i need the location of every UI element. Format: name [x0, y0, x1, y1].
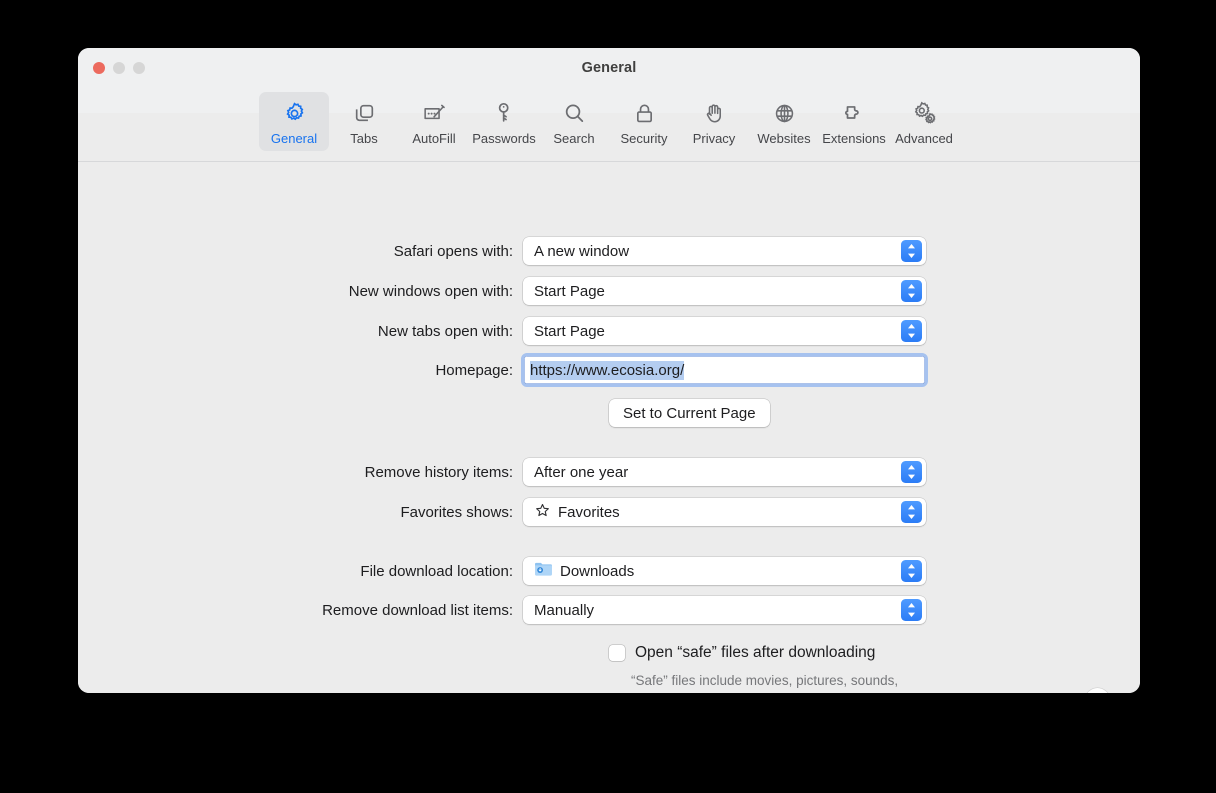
downloads-folder-icon: [534, 561, 553, 581]
stepper-icon[interactable]: [901, 320, 922, 342]
toolbar-label-general: General: [271, 131, 317, 146]
open-safe-files-checkbox[interactable]: [609, 645, 625, 661]
set-to-current-page-button[interactable]: Set to Current Page: [609, 399, 770, 427]
toolbar-item-websites[interactable]: Websites: [749, 92, 819, 151]
set-to-current-page-label: Set to Current Page: [623, 405, 756, 422]
label-safari-opens-with: Safari opens with:: [78, 243, 523, 260]
gear-icon: [282, 98, 307, 128]
puzzle-icon: [841, 98, 867, 128]
select-new-tabs-open-with[interactable]: Start Page: [523, 317, 926, 345]
value-safari-opens-with: A new window: [534, 243, 629, 260]
open-safe-files-row[interactable]: Open “safe” files after downloading: [609, 644, 875, 662]
toolbar-item-general[interactable]: General: [259, 92, 329, 151]
open-safe-files-label: Open “safe” files after downloading: [635, 644, 875, 662]
stepper-icon[interactable]: [901, 280, 922, 302]
value-new-windows-open-with: Start Page: [534, 283, 605, 300]
toolbar-label-search: Search: [553, 131, 594, 146]
label-new-tabs-open-with: New tabs open with:: [78, 323, 523, 340]
toolbar-item-security[interactable]: Security: [609, 92, 679, 151]
toolbar-item-extensions[interactable]: Extensions: [819, 92, 889, 151]
gears-icon: [911, 98, 938, 128]
toolbar-item-privacy[interactable]: Privacy: [679, 92, 749, 151]
toolbar-label-tabs: Tabs: [350, 131, 377, 146]
label-homepage: Homepage:: [78, 362, 523, 379]
toolbar-item-advanced[interactable]: Advanced: [889, 92, 959, 151]
select-remove-history-items[interactable]: After one year: [523, 458, 926, 486]
row-file-download-location: File download location: Downloads: [78, 557, 926, 585]
toolbar-item-search[interactable]: Search: [539, 92, 609, 151]
safe-files-note-line2: text documents, and archives.: [631, 690, 898, 693]
row-new-tabs-open-with: New tabs open with: Start Page: [78, 317, 926, 345]
homepage-input-value: https://www.ecosia.org/: [530, 361, 684, 380]
value-remove-download-list-items: Manually: [534, 602, 594, 619]
lock-icon: [632, 98, 657, 128]
safe-files-note-line1: “Safe” files include movies, pictures, s…: [631, 672, 898, 690]
label-favorites-shows: Favorites shows:: [78, 504, 523, 521]
toolbar-item-autofill[interactable]: AutoFill: [399, 92, 469, 151]
row-new-windows-open-with: New windows open with: Start Page: [78, 277, 926, 305]
stepper-icon[interactable]: [901, 461, 922, 483]
value-new-tabs-open-with: Start Page: [534, 323, 605, 340]
star-icon: [534, 502, 551, 523]
help-button[interactable]: ?: [1085, 688, 1110, 693]
row-remove-history-items: Remove history items: After one year: [78, 458, 926, 486]
toolbar-label-websites: Websites: [757, 131, 810, 146]
globe-icon: [772, 98, 797, 128]
toolbar-label-security: Security: [621, 131, 668, 146]
row-homepage: Homepage: https://www.ecosia.org/: [78, 356, 926, 384]
key-icon: [492, 98, 517, 128]
value-favorites-shows: Favorites: [558, 504, 620, 521]
select-remove-download-list-items[interactable]: Manually: [523, 596, 926, 624]
help-button-label: ?: [1093, 692, 1101, 693]
toolbar-label-extensions: Extensions: [822, 131, 886, 146]
homepage-input[interactable]: https://www.ecosia.org/: [523, 355, 926, 385]
label-new-windows-open-with: New windows open with:: [78, 283, 523, 300]
toolbar-label-advanced: Advanced: [895, 131, 953, 146]
autofill-icon: [421, 98, 448, 128]
preferences-content: Safari opens with: A new window New wind…: [78, 162, 1140, 693]
toolbar-label-passwords: Passwords: [472, 131, 536, 146]
safe-files-note: “Safe” files include movies, pictures, s…: [631, 672, 898, 693]
toolbar-label-privacy: Privacy: [693, 131, 736, 146]
select-safari-opens-with[interactable]: A new window: [523, 237, 926, 265]
stepper-icon[interactable]: [901, 560, 922, 582]
value-file-download-location: Downloads: [560, 563, 634, 580]
preferences-toolbar: General Tabs A: [78, 84, 1140, 162]
value-remove-history-items: After one year: [534, 464, 628, 481]
toolbar-item-passwords[interactable]: Passwords: [469, 92, 539, 151]
label-remove-history-items: Remove history items:: [78, 464, 523, 481]
row-favorites-shows: Favorites shows: Favorites: [78, 498, 926, 526]
tabs-icon: [352, 98, 377, 128]
hand-icon: [702, 98, 727, 128]
stepper-icon[interactable]: [901, 599, 922, 621]
window-title: General: [78, 60, 1140, 76]
search-icon: [562, 98, 587, 128]
label-file-download-location: File download location:: [78, 563, 523, 580]
stepper-icon[interactable]: [901, 501, 922, 523]
toolbar-item-tabs[interactable]: Tabs: [329, 92, 399, 151]
select-new-windows-open-with[interactable]: Start Page: [523, 277, 926, 305]
label-remove-download-list-items: Remove download list items:: [78, 602, 523, 619]
stepper-icon[interactable]: [901, 240, 922, 262]
select-favorites-shows[interactable]: Favorites: [523, 498, 926, 526]
preferences-window: General General Tabs: [78, 48, 1140, 693]
toolbar-label-autofill: AutoFill: [412, 131, 455, 146]
row-remove-download-list-items: Remove download list items: Manually: [78, 596, 926, 624]
row-safari-opens-with: Safari opens with: A new window: [78, 237, 926, 265]
select-file-download-location[interactable]: Downloads: [523, 557, 926, 585]
